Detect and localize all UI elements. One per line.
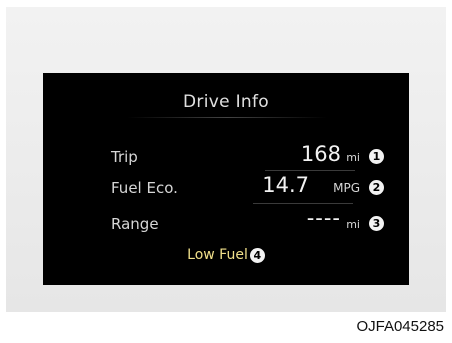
fuel-economy-unit: MPG [333,181,360,195]
range-unit: mi [346,218,360,231]
figure: Drive Info Trip 168 mi 1 Fuel Eco. 14.7 … [0,0,452,343]
marker-2-badge: 2 [369,180,384,195]
trip-separator [265,170,355,171]
low-fuel-warning: Low Fuel 4 [43,247,409,263]
range-value: ---- [306,206,341,230]
marker-3-badge: 3 [369,216,384,231]
fuel-economy-label: Fuel Eco. [111,179,178,197]
range-label: Range [111,215,159,233]
trip-unit: mi [346,151,360,164]
range-row: Range ---- mi 3 [43,206,409,238]
marker-1-badge: 1 [369,149,384,164]
trip-label: Trip [111,148,138,166]
screen-title: Drive Info [183,92,269,112]
drive-info-screen: Drive Info Trip 168 mi 1 Fuel Eco. 14.7 … [43,73,409,285]
trip-row: Trip 168 mi 1 [43,142,409,172]
fuel-economy-separator [253,203,353,204]
title-divider [127,117,327,118]
fuel-economy-row: Fuel Eco. 14.7 MPG 2 [43,173,409,203]
low-fuel-text: Low Fuel [187,247,248,263]
figure-code: OJFA045285 [356,318,444,335]
trip-value: 168 [300,142,341,166]
fuel-economy-value: 14.7 [262,173,309,197]
marker-4-badge: 4 [249,247,265,263]
